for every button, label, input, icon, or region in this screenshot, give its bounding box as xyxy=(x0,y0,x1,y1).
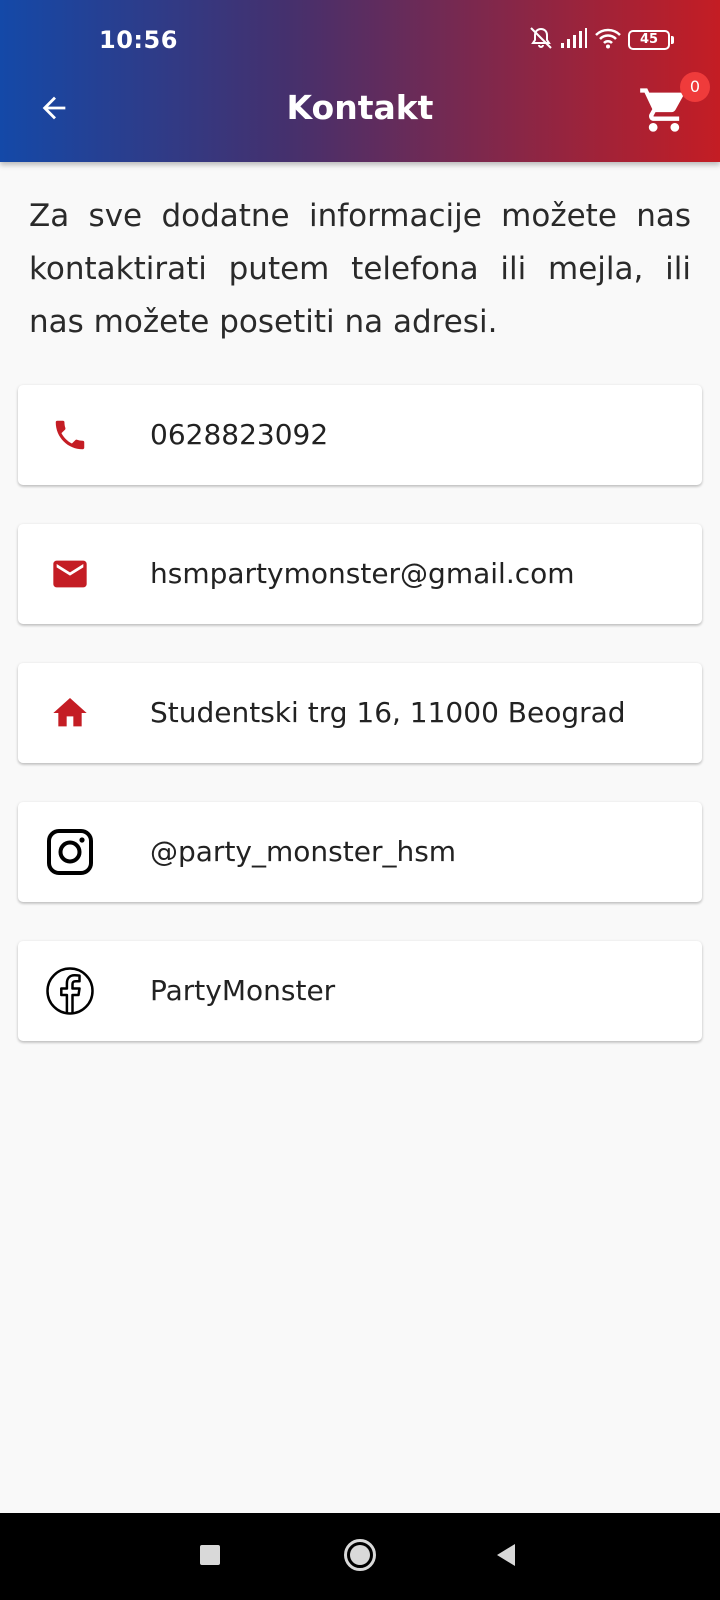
contact-address-text: Studentski trg 16, 11000 Beograd xyxy=(150,696,626,729)
back-triangle-icon xyxy=(493,1542,519,1572)
wifi-icon xyxy=(594,27,622,53)
status-time: 10:56 xyxy=(99,26,178,54)
home-icon xyxy=(44,687,96,739)
contact-card-email[interactable]: hsmpartymonster@gmail.com xyxy=(18,524,702,624)
cart-count-badge: 0 xyxy=(680,72,710,102)
status-bar: 10:56 45 xyxy=(0,0,720,60)
contact-email-text: hsmpartymonster@gmail.com xyxy=(150,557,575,590)
contact-card-address[interactable]: Studentski trg 16, 11000 Beograd xyxy=(18,663,702,763)
facebook-icon xyxy=(44,965,96,1017)
recents-square-icon xyxy=(198,1543,222,1571)
mail-icon xyxy=(44,548,96,600)
contact-card-phone[interactable]: 0628823092 xyxy=(18,385,702,485)
cart-button[interactable]: 0 xyxy=(638,72,710,142)
home-circle-icon xyxy=(343,1538,377,1576)
recents-button[interactable] xyxy=(186,1533,234,1581)
app-bar: Kontakt 0 xyxy=(0,60,720,162)
top-header: 10:56 45 Kontakt 0 xyxy=(0,0,720,162)
contact-card-facebook[interactable]: PartyMonster xyxy=(18,941,702,1041)
phone-icon xyxy=(44,409,96,461)
signal-icon xyxy=(560,27,588,53)
home-button[interactable] xyxy=(336,1533,384,1581)
system-nav-bar xyxy=(0,1513,720,1600)
contact-instagram-text: @party_monster_hsm xyxy=(150,835,457,868)
back-nav-button[interactable] xyxy=(482,1533,530,1581)
page-title: Kontakt xyxy=(286,88,434,127)
contact-phone-text: 0628823092 xyxy=(150,418,329,451)
instagram-icon xyxy=(44,826,96,878)
status-icons: 45 xyxy=(528,26,674,54)
battery-icon: 45 xyxy=(628,30,674,50)
intro-text: Za sve dodatne informacije možete nas ko… xyxy=(29,198,691,340)
contact-facebook-text: PartyMonster xyxy=(150,974,336,1007)
contact-card-instagram[interactable]: @party_monster_hsm xyxy=(18,802,702,902)
mute-bell-icon xyxy=(528,26,554,54)
